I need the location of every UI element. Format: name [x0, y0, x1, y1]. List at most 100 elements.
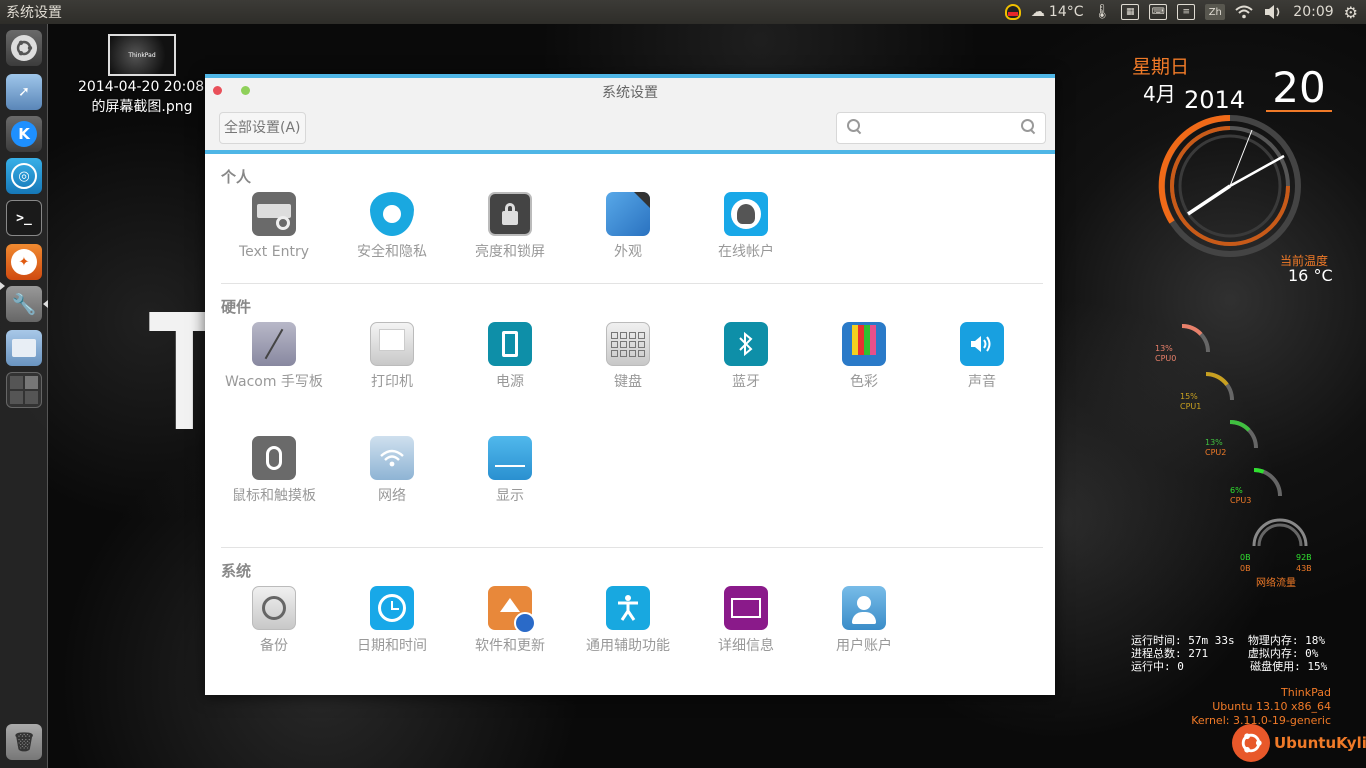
speaker-icon	[960, 322, 1004, 366]
volume-icon[interactable]	[1263, 4, 1283, 20]
keyboard-icon[interactable]: ⌨	[1149, 4, 1168, 20]
search-icon	[847, 119, 861, 133]
desktop-file[interactable]: ThinkPad 2014-04-20 20:08:1 的屏幕截图.png	[78, 34, 206, 116]
cpu-ring-usage	[1229, 420, 1251, 432]
settings-item-appearance[interactable]: 外观	[569, 192, 687, 262]
dash-home-button[interactable]	[6, 30, 42, 66]
cloud-icon: ☁	[1030, 4, 1045, 20]
cpu-ring-usage	[1205, 372, 1229, 386]
clock[interactable]: 20:09	[1293, 4, 1333, 20]
conky-machine-info: ThinkPad Ubuntu 13.10 x86_64 Kernel: 3.1…	[1191, 686, 1331, 727]
battery-icon	[488, 322, 532, 366]
keyboard-icon	[606, 322, 650, 366]
trash-launcher-icon[interactable]: 🗑	[6, 724, 42, 760]
settings-item-brightness-lock[interactable]: 亮度和锁屏	[451, 192, 569, 262]
section-divider	[221, 283, 1043, 284]
appearance-icon	[606, 192, 650, 236]
cpu0-readout: 13% CPU0	[1155, 344, 1177, 363]
tablet-icon	[252, 322, 296, 366]
network-ring	[1257, 523, 1303, 547]
lock-icon	[488, 192, 532, 236]
kylin-launcher-icon[interactable]: K	[6, 116, 42, 152]
conky-analog-clock	[1158, 114, 1301, 257]
settings-item-sound[interactable]: 声音	[923, 322, 1041, 392]
settings-item-mouse-touchpad[interactable]: 鼠标和触摸板	[215, 436, 333, 506]
cpu-ring-usage	[1181, 324, 1203, 336]
settings-item-color[interactable]: 色彩	[805, 322, 923, 392]
cpu-ring-track	[1253, 468, 1282, 497]
net-label: 网络流量	[1256, 578, 1296, 589]
user-icon	[842, 586, 886, 630]
settings-item-display[interactable]: 显示	[451, 436, 569, 506]
wifi-icon[interactable]	[1235, 5, 1253, 19]
workspace-switcher-icon[interactable]	[6, 372, 42, 408]
cpu2-readout: 13% CPU2	[1205, 438, 1227, 457]
wifi-icon	[370, 436, 414, 480]
conky-temp-value: 16 °C	[1288, 266, 1333, 285]
browser-launcher-icon[interactable]: ◎	[6, 158, 42, 194]
settings-item-details[interactable]: 详细信息	[687, 586, 805, 656]
details-icon	[724, 586, 768, 630]
cpu-ring-usage	[1253, 468, 1265, 474]
conky-month: 4月	[1143, 82, 1176, 106]
clock-icon	[370, 586, 414, 630]
settings-item-network[interactable]: 网络	[333, 436, 451, 506]
file-name-line1: 2014-04-20 20:08:1	[78, 79, 206, 95]
settings-item-power[interactable]: 电源	[451, 322, 569, 392]
keyboard-icon	[252, 192, 296, 236]
printer-icon	[370, 322, 414, 366]
conky-year: 2014	[1184, 86, 1246, 114]
settings-item-keyboard[interactable]: 键盘	[569, 322, 687, 392]
terminal-launcher-icon[interactable]: >_	[6, 200, 42, 236]
firefox-launcher-icon[interactable]: ✦	[6, 244, 42, 280]
weather-temp: 14°C	[1048, 4, 1084, 20]
ubuntukylin-logo: UbuntuKylin	[1232, 724, 1366, 762]
settings-item-software-updates[interactable]: 软件和更新	[451, 586, 569, 656]
settings-item-printer[interactable]: 打印机	[333, 322, 451, 392]
notes-icon[interactable]: ≡	[1177, 4, 1196, 20]
conky-day: 20	[1266, 66, 1332, 112]
thermometer-icon[interactable]: 🌡	[1094, 4, 1112, 20]
display-icon	[488, 436, 532, 480]
window-title: 系统设置	[602, 85, 658, 101]
weather-indicator[interactable]: ☁ 14°C	[1031, 4, 1084, 20]
settings-item-user-accounts[interactable]: 用户账户	[805, 586, 923, 656]
mouse-icon	[252, 436, 296, 480]
input-method-indicator[interactable]: Zh	[1205, 4, 1226, 20]
cpu3-readout: 6% CPU3	[1230, 486, 1252, 505]
accessibility-icon	[606, 586, 650, 630]
workspace-launcher-icon[interactable]	[6, 330, 42, 366]
section-title-system: 系统	[221, 562, 252, 580]
files-launcher-icon[interactable]: ➚	[6, 74, 42, 110]
bluetooth-icon	[724, 322, 768, 366]
active-app-title: 系统设置	[6, 5, 62, 21]
settings-item-date-time[interactable]: 日期和时间	[333, 586, 451, 656]
file-name-line2: 的屏幕截图.png	[91, 99, 193, 115]
settings-item-bluetooth[interactable]: 蓝牙	[687, 322, 805, 392]
file-thumbnail: ThinkPad	[108, 34, 176, 76]
window-titlebar: 系统设置 全部设置(A)	[205, 78, 1055, 154]
calendar-icon[interactable]: ▦	[1121, 4, 1140, 20]
section-title-personal: 个人	[221, 168, 252, 186]
launcher: ➚ K ◎ >_ ✦ 🔧 🗑	[0, 24, 48, 768]
backup-icon	[252, 586, 296, 630]
search-input[interactable]	[865, 117, 1015, 139]
search-box[interactable]	[836, 112, 1046, 144]
settings-item-text-entry[interactable]: Text Entry	[215, 192, 333, 262]
top-panel: 系统设置 ☁ 14°C 🌡 ▦ ⌨ ≡ Zh 20:09 ⚙	[0, 0, 1366, 24]
color-icon	[842, 322, 886, 366]
search-icon[interactable]	[1021, 119, 1035, 133]
settings-item-backup[interactable]: 备份	[215, 586, 333, 656]
settings-item-online-accounts[interactable]: 在线帐户	[687, 192, 805, 262]
gear-icon[interactable]: ⚙	[1344, 3, 1358, 22]
online-account-icon	[724, 192, 768, 236]
settings-item-wacom[interactable]: Wacom 手写板	[215, 322, 333, 392]
qq-icon[interactable]	[1004, 4, 1021, 20]
net-readout: 0B 0B	[1240, 553, 1251, 573]
cpu1-readout: 15% CPU1	[1180, 392, 1202, 411]
ubuntu-logo-icon	[11, 35, 37, 61]
settings-item-accessibility[interactable]: 通用辅助功能	[569, 586, 687, 656]
settings-item-security-privacy[interactable]: 安全和隐私	[333, 192, 451, 262]
system-settings-launcher-icon[interactable]: 🔧	[6, 286, 42, 322]
all-settings-button[interactable]: 全部设置(A)	[219, 112, 306, 144]
